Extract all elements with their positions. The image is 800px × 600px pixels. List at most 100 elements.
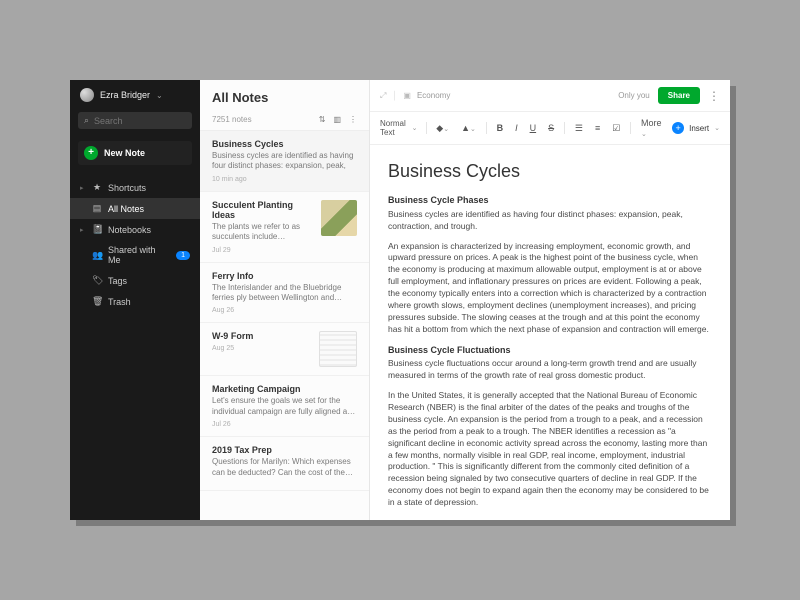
app-window: Ezra Bridger ⌄ ⌕ + New Note ▸ ★ Shortcuts ▤… xyxy=(70,80,730,520)
more-menu-icon[interactable]: ⋮ xyxy=(708,90,720,102)
caret-icon: ▸ xyxy=(80,226,86,234)
sort-icon[interactable]: ⇅ xyxy=(319,115,326,124)
highlight-button[interactable]: ▲⌄ xyxy=(459,123,478,133)
note-item[interactable]: W-9 Form Aug 25 xyxy=(200,323,369,376)
note-snippet: Let's ensure the goals we set for the in… xyxy=(212,396,357,417)
new-note-button[interactable]: + New Note xyxy=(78,141,192,165)
expand-icon[interactable]: ⤢ xyxy=(380,91,386,101)
paragraph-style-label: Normal Text xyxy=(380,119,409,137)
nav-label: All Notes xyxy=(108,204,144,214)
note-title: Business Cycles xyxy=(212,139,357,149)
more-format-button[interactable]: More ⌄ xyxy=(639,118,664,138)
user-name: Ezra Bridger xyxy=(100,90,150,100)
nav-label: Shared with Me xyxy=(108,245,170,265)
nav-icon: 📓 xyxy=(92,224,102,235)
nav-icon: ★ xyxy=(92,182,102,193)
section-heading[interactable]: Business Cycle Fluctuations xyxy=(388,344,712,357)
note-item[interactable]: 2019 Tax Prep Questions for Marilyn: Whic… xyxy=(200,437,369,491)
chevron-down-icon: ⌄ xyxy=(412,124,418,132)
avatar xyxy=(80,88,94,102)
editor-panel: ⤢ │ ▣ Economy Only you Share ⋮ Normal Te… xyxy=(370,80,730,520)
badge: 1 xyxy=(176,251,190,260)
note-date: 10 min ago xyxy=(212,176,357,183)
note-title: 2019 Tax Prep xyxy=(212,445,357,455)
note-snippet: The Interislander and the Bluebridge fer… xyxy=(212,283,357,304)
share-button[interactable]: Share xyxy=(658,87,700,104)
list-header: All Notes xyxy=(200,80,369,109)
nav-label: Shortcuts xyxy=(108,183,146,193)
note-date: Aug 25 xyxy=(212,345,311,352)
list-subheader: 7251 notes ⇅ ▥ ⋮ xyxy=(200,109,369,131)
paragraph[interactable]: An expansion is characterized by increas… xyxy=(388,241,712,336)
underline-button[interactable]: U xyxy=(528,123,539,133)
note-body[interactable]: Business Cycles Business Cycle Phases Bus… xyxy=(370,145,730,520)
note-item[interactable]: Succulent Planting IdeasThe plants we re… xyxy=(200,192,369,263)
search-box[interactable]: ⌕ xyxy=(78,112,192,129)
note-items: Business Cycles Business cycles are ident… xyxy=(200,131,369,520)
note-header: ⤢ │ ▣ Economy Only you Share ⋮ xyxy=(370,80,730,112)
insert-button[interactable]: + Insert ⌄ xyxy=(672,122,720,134)
insert-label: Insert xyxy=(689,124,709,133)
paragraph[interactable]: In the United States, it is generally ac… xyxy=(388,390,712,509)
note-snippet: Questions for Marilyn: Which expenses ca… xyxy=(212,457,357,478)
note-thumbnail xyxy=(321,200,357,236)
chevron-down-icon: ⌄ xyxy=(714,124,720,132)
new-note-label: New Note xyxy=(104,148,145,158)
sidebar-item-all-notes[interactable]: ▤ All Notes xyxy=(70,198,200,219)
note-date: Aug 26 xyxy=(212,307,357,314)
checklist-button[interactable]: ☑ xyxy=(610,123,622,134)
sidebar-item-shortcuts[interactable]: ▸ ★ Shortcuts xyxy=(70,177,200,198)
caret-icon: ▸ xyxy=(80,184,86,192)
nav-label: Tags xyxy=(108,276,127,286)
note-date: Jul 26 xyxy=(212,421,357,428)
search-icon: ⌕ xyxy=(84,115,89,126)
note-title: Ferry Info xyxy=(212,271,357,281)
nav-icon: 🏷 xyxy=(92,275,102,286)
nav-icon: 🗑 xyxy=(92,296,102,307)
sidebar-item-tags[interactable]: 🏷 Tags xyxy=(70,270,200,291)
note-count: 7251 notes xyxy=(212,115,252,124)
paragraph[interactable]: Business cycles are identified as having… xyxy=(388,209,712,233)
note-title: Marketing Campaign xyxy=(212,384,357,394)
user-menu[interactable]: Ezra Bridger ⌄ xyxy=(70,80,200,108)
plus-icon: + xyxy=(672,122,684,134)
note-item[interactable]: Marketing Campaign Let's ensure the goals… xyxy=(200,376,369,437)
sidebar-item-notebooks[interactable]: ▸ 📓 Notebooks xyxy=(70,219,200,240)
notebook-icon: ▣ xyxy=(403,91,411,100)
sidebar-item-shared-with-me[interactable]: 👥 Shared with Me 1 xyxy=(70,240,200,270)
nav-icon: ▤ xyxy=(92,203,102,214)
note-thumbnail xyxy=(319,331,357,367)
nav: ▸ ★ Shortcuts ▤ All Notes ▸ 📓 Notebooks 👥 Shared … xyxy=(70,177,200,312)
bullet-list-button[interactable]: ☰ xyxy=(573,123,585,134)
italic-button[interactable]: I xyxy=(513,123,520,133)
chevron-down-icon: ⌄ xyxy=(156,91,163,100)
note-list-panel: All Notes 7251 notes ⇅ ▥ ⋮ Business Cycl… xyxy=(200,80,370,520)
sidebar: Ezra Bridger ⌄ ⌕ + New Note ▸ ★ Shortcuts ▤… xyxy=(70,80,200,520)
note-item[interactable]: Business Cycles Business cycles are ident… xyxy=(200,131,369,192)
sidebar-item-trash[interactable]: 🗑 Trash xyxy=(70,291,200,312)
search-input[interactable] xyxy=(94,116,186,126)
note-title: Succulent Planting Ideas xyxy=(212,200,313,220)
note-item[interactable]: Ferry Info The Interislander and the Blue… xyxy=(200,263,369,324)
nav-label: Trash xyxy=(108,297,131,307)
font-color-button[interactable]: ◆⌄ xyxy=(434,123,451,134)
options-icon[interactable]: ⋮ xyxy=(349,115,357,124)
note-snippet: The plants we refer to as succulents inc… xyxy=(212,222,313,243)
note-title: W-9 Form xyxy=(212,331,311,341)
paragraph[interactable]: Business cycle fluctuations occur around… xyxy=(388,358,712,382)
notebook-name[interactable]: Economy xyxy=(417,91,450,100)
filter-icon[interactable]: ▥ xyxy=(333,115,341,124)
note-snippet: Business cycles are identified as having… xyxy=(212,151,357,172)
format-toolbar: Normal Text ⌄ ◆⌄ ▲⌄ B I U S ☰ ≡ ☑ More ⌄… xyxy=(370,112,730,145)
number-list-button[interactable]: ≡ xyxy=(593,123,602,133)
section-heading[interactable]: Business Cycle Phases xyxy=(388,194,712,207)
nav-icon: 👥 xyxy=(92,250,102,261)
strike-button[interactable]: S xyxy=(546,123,556,133)
bold-button[interactable]: B xyxy=(495,123,506,133)
paragraph-style-select[interactable]: Normal Text ⌄ xyxy=(380,119,418,137)
visibility-label[interactable]: Only you xyxy=(618,91,650,100)
plus-icon: + xyxy=(84,146,98,160)
nav-label: Notebooks xyxy=(108,225,151,235)
list-title: All Notes xyxy=(212,90,357,105)
note-title[interactable]: Business Cycles xyxy=(388,159,712,184)
